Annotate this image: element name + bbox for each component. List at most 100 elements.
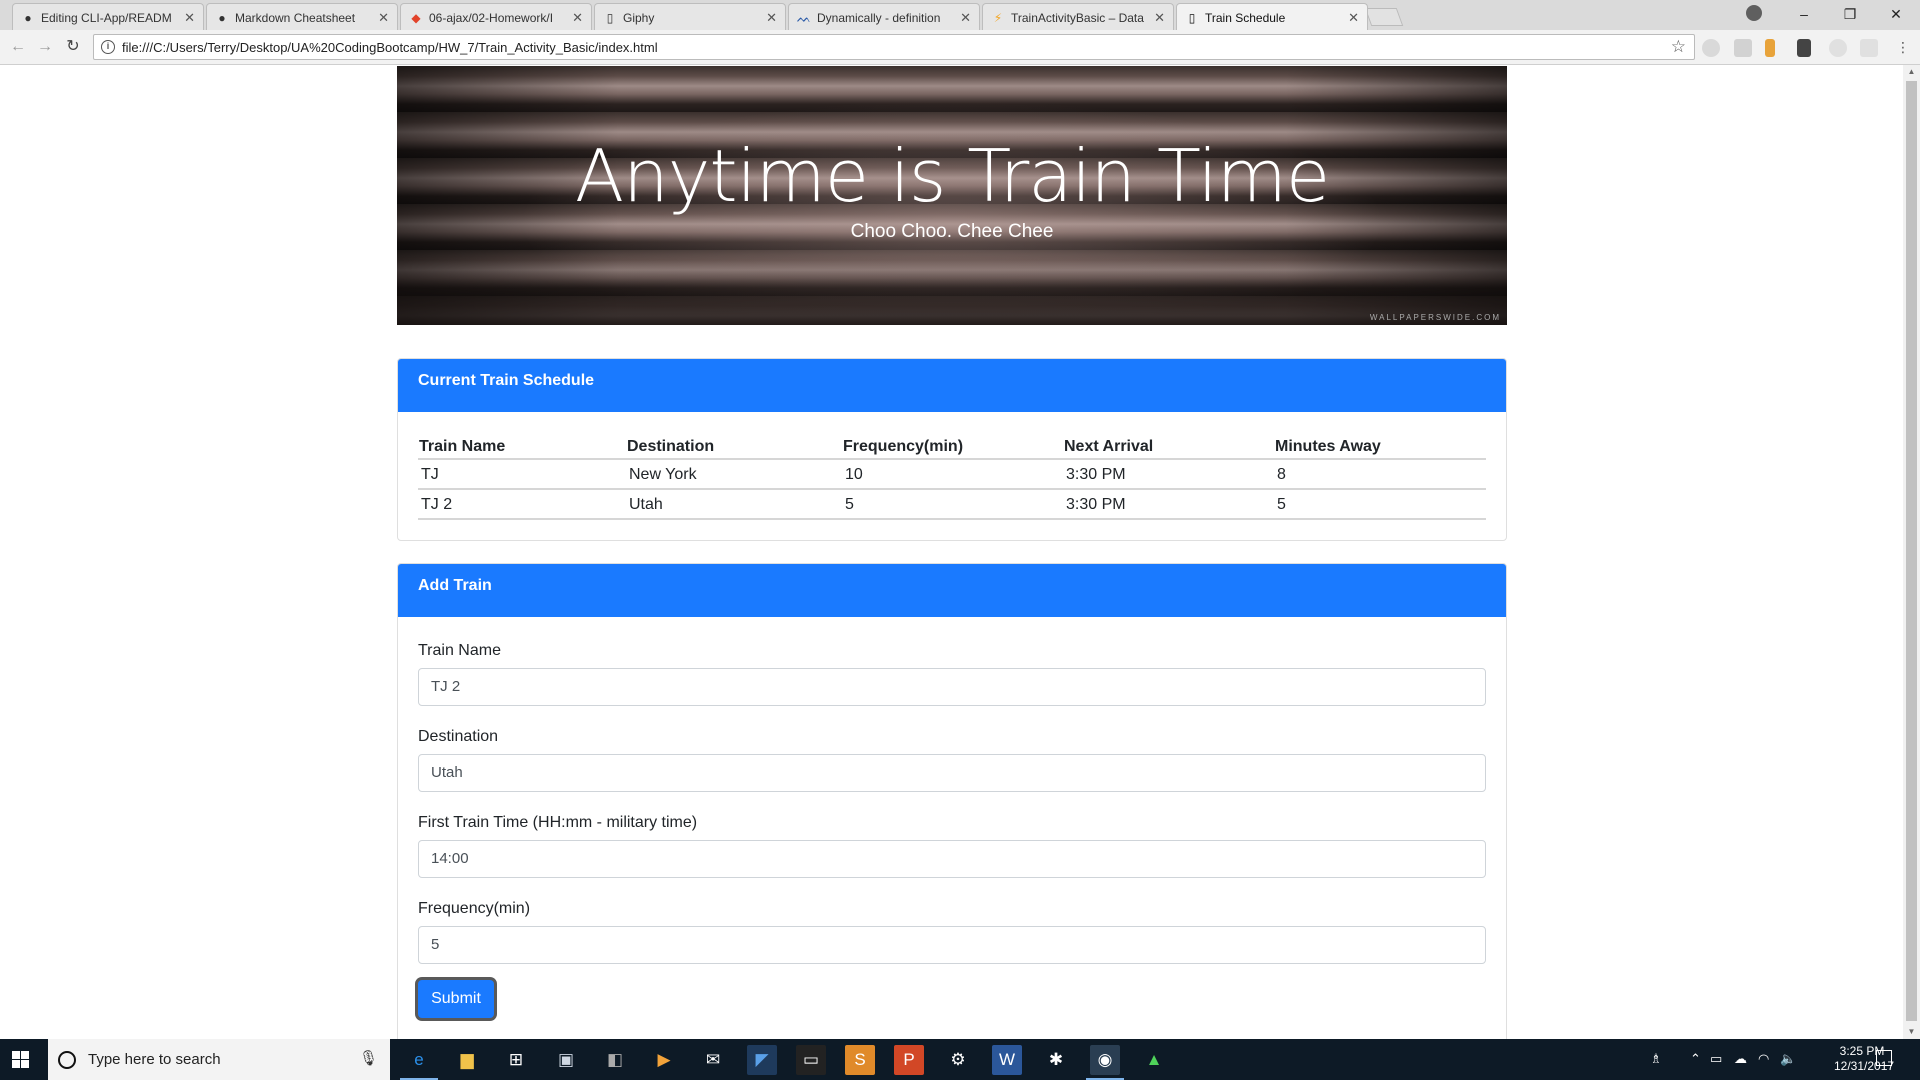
train-name-input[interactable]: TJ 2 (418, 668, 1486, 706)
close-tab-icon[interactable]: ✕ (378, 10, 389, 26)
extension-icon[interactable] (1797, 39, 1811, 57)
restore-icon[interactable]: ❐ (1827, 0, 1873, 28)
gitlab-icon: ◆ (411, 11, 421, 25)
notification-icon[interactable] (1876, 1050, 1892, 1066)
edge-icon[interactable]: e (404, 1045, 434, 1075)
tab-label: Markdown Cheatsheet (235, 11, 356, 25)
people-icon[interactable]: ♗ (1650, 1051, 1662, 1067)
close-tab-icon[interactable]: ✕ (184, 10, 195, 26)
file-explorer-icon[interactable]: ▆ (452, 1045, 482, 1075)
close-tab-icon[interactable]: ✕ (766, 10, 777, 26)
col-next-arrival: Next Arrival (1063, 432, 1274, 460)
address-bar[interactable]: i file:///C:/Users/Terry/Desktop/UA%20Co… (93, 34, 1695, 60)
scroll-down-icon[interactable]: ▼ (1906, 1027, 1917, 1037)
cell-next-arrival: 3:30 PM (1063, 459, 1274, 490)
first-train-time-label: First Train Time (HH:mm - military time) (418, 814, 698, 831)
back-icon[interactable]: ← (8, 37, 28, 57)
tab-label: TrainActivityBasic – Data (1011, 11, 1144, 25)
windows-start-icon[interactable] (12, 1051, 29, 1068)
first-train-time-input[interactable]: 14:00 (418, 840, 1486, 878)
forward-icon[interactable]: → (35, 37, 55, 57)
close-tab-icon[interactable]: ✕ (1154, 10, 1165, 26)
tab-label: Giphy (623, 11, 655, 25)
schedule-card: Current Train Schedule Train Name Destin… (397, 358, 1507, 541)
extension-icon[interactable] (1829, 39, 1847, 57)
tab-label: Train Schedule (1205, 11, 1286, 25)
cell-train-name: TJ 2 (418, 489, 626, 520)
powerpoint-icon[interactable]: P (894, 1045, 924, 1075)
col-frequency: Frequency(min) (842, 432, 1063, 460)
close-tab-icon[interactable]: ✕ (572, 10, 583, 26)
terminal-icon[interactable]: ▭ (796, 1045, 826, 1075)
browser-toolbar: ← → ↻ i file:///C:/Users/Terry/Desktop/U… (0, 30, 1920, 65)
info-icon[interactable]: i (101, 40, 115, 54)
onedrive-icon[interactable]: ☁ (1734, 1051, 1747, 1067)
tab-markdown-cheatsheet[interactable]: ● Markdown Cheatsheet ✕ (206, 3, 398, 30)
tab-ajax-homework[interactable]: ◆ 06-ajax/02-Homework/I ✕ (400, 3, 592, 30)
extension-icon[interactable] (1860, 39, 1878, 57)
tab-editing-readme[interactable]: ● Editing CLI-App/READM ✕ (12, 3, 204, 30)
word-icon[interactable]: W (992, 1045, 1022, 1075)
app-icon[interactable]: ▲ (1139, 1045, 1169, 1075)
bookmark-star-icon[interactable]: ☆ (1671, 37, 1686, 57)
url-text[interactable]: file:///C:/Users/Terry/Desktop/UA%20Codi… (122, 40, 658, 55)
extension-icon[interactable] (1734, 39, 1752, 57)
cell-frequency: 10 (842, 459, 1063, 490)
page-icon: ▯ (1188, 11, 1196, 25)
store-icon[interactable]: ⊞ (501, 1045, 531, 1075)
schedule-card-header: Current Train Schedule (398, 359, 1506, 412)
scroll-up-icon[interactable]: ▲ (1906, 67, 1917, 77)
extension-icon[interactable] (1765, 39, 1775, 57)
search-placeholder: Type here to search (88, 1051, 221, 1068)
sublime-icon[interactable]: S (845, 1045, 875, 1075)
volume-icon[interactable]: 🔈 (1780, 1051, 1796, 1067)
frequency-label: Frequency(min) (418, 900, 531, 917)
new-tab-button[interactable] (1364, 8, 1404, 26)
page-viewport: Anytime is Train Time Choo Choo. Chee Ch… (0, 65, 1903, 1039)
microphone-icon[interactable]: 🎙 (359, 1049, 378, 1067)
cell-minutes-away: 5 (1274, 489, 1486, 520)
close-tab-icon[interactable]: ✕ (1348, 10, 1359, 26)
extension-icon[interactable] (1702, 39, 1720, 57)
cortana-icon (58, 1051, 76, 1069)
close-tab-icon[interactable]: ✕ (960, 10, 971, 26)
close-window-icon[interactable]: ✕ (1873, 0, 1919, 28)
page-subtitle: Choo Choo. Chee Chee (850, 221, 1054, 242)
profile-icon[interactable] (1746, 5, 1762, 21)
menu-icon[interactable]: ⋮ (1894, 39, 1912, 57)
mail-icon[interactable]: ✉ (698, 1045, 728, 1075)
schedule-table: Train Name Destination Frequency(min) Ne… (418, 432, 1486, 520)
taskbar-search[interactable]: Type here to search 🎙 (48, 1039, 390, 1080)
slack-icon[interactable]: ✱ (1041, 1045, 1071, 1075)
app-icon[interactable]: ◧ (600, 1045, 630, 1075)
tab-firebase-data[interactable]: ⚡ TrainActivityBasic – Data ✕ (982, 3, 1174, 30)
hero-banner: Anytime is Train Time Choo Choo. Chee Ch… (397, 66, 1507, 325)
settings-icon[interactable]: ⚙ (943, 1045, 973, 1075)
battery-icon[interactable]: ▭ (1710, 1051, 1722, 1067)
tab-giphy[interactable]: ▯ Giphy ✕ (594, 3, 786, 30)
github-icon: ● (24, 11, 32, 25)
add-train-card: Add Train Train Name TJ 2 Destination Ut… (397, 563, 1507, 1039)
destination-label: Destination (418, 728, 499, 745)
tab-label: 06-ajax/02-Homework/I (429, 11, 554, 25)
cell-minutes-away: 8 (1274, 459, 1486, 490)
submit-button[interactable]: Submit (418, 980, 494, 1018)
tab-dynamically-definition[interactable]: ᨓ Dynamically - definition ✕ (788, 3, 980, 30)
destination-input[interactable]: Utah (418, 754, 1486, 792)
minimize-icon[interactable]: – (1781, 0, 1827, 28)
tab-train-schedule[interactable]: ▯ Train Schedule ✕ (1176, 3, 1368, 30)
table-header-row: Train Name Destination Frequency(min) Ne… (418, 432, 1486, 460)
wifi-icon[interactable]: ◠ (1758, 1051, 1769, 1067)
cell-next-arrival: 3:30 PM (1063, 489, 1274, 520)
show-hidden-icons[interactable]: ⌃ (1690, 1051, 1701, 1067)
watermark: WALLPAPERSWIDE.COM (1369, 313, 1501, 322)
scrollbar-thumb[interactable] (1906, 81, 1917, 1021)
app-icon[interactable]: ▣ (551, 1045, 581, 1075)
vscode-icon[interactable]: ◤ (747, 1045, 777, 1075)
reload-icon[interactable]: ↻ (63, 37, 83, 57)
frequency-input[interactable]: 5 (418, 926, 1486, 964)
col-minutes-away: Minutes Away (1274, 432, 1486, 460)
chrome-icon[interactable]: ◉ (1090, 1045, 1120, 1075)
page-scrollbar[interactable]: ▲ ▼ (1903, 65, 1920, 1039)
media-player-icon[interactable]: ▶ (649, 1045, 679, 1075)
